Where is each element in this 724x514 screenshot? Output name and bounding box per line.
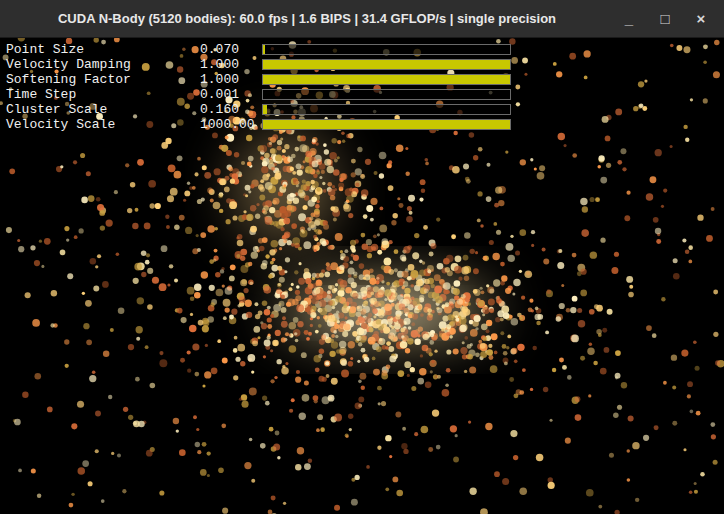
parameter-slider[interactable] (262, 89, 511, 100)
parameter-row: Softening Factor1.000 (6, 72, 511, 87)
parameter-value: 0.001 (200, 88, 262, 101)
parameter-label: Softening Factor (6, 73, 200, 86)
window-control-button[interactable]: × (690, 8, 712, 30)
parameter-value: 0.070 (200, 43, 262, 56)
parameter-row: Velocity Scale1000.00 (6, 117, 511, 132)
parameter-slider[interactable] (262, 59, 511, 70)
render-canvas[interactable]: Point Size0.070Velocity Damping1.000Soft… (0, 38, 724, 514)
parameter-panel: Point Size0.070Velocity Damping1.000Soft… (6, 42, 511, 132)
parameter-row: Time Step0.001 (6, 87, 511, 102)
parameter-label: Velocity Damping (6, 58, 200, 71)
window-title: CUDA N-Body (5120 bodies): 60.0 fps | 1.… (58, 9, 556, 29)
window-control-button[interactable]: □ (654, 8, 676, 30)
parameter-label: Cluster Scale (6, 103, 200, 116)
parameter-slider[interactable] (262, 119, 511, 130)
parameter-row: Cluster Scale0.160 (6, 102, 511, 117)
slider-fill (263, 105, 267, 114)
parameter-slider[interactable] (262, 104, 511, 115)
parameter-value: 0.160 (200, 103, 262, 116)
parameter-label: Time Step (6, 88, 200, 101)
parameter-label: Velocity Scale (6, 118, 200, 131)
slider-fill (263, 60, 510, 69)
title-bar: CUDA N-Body (5120 bodies): 60.0 fps | 1.… (0, 0, 724, 38)
slider-fill (263, 45, 265, 54)
nbody-window: CUDA N-Body (5120 bodies): 60.0 fps | 1.… (0, 0, 724, 514)
window-control-button[interactable]: _ (618, 8, 640, 30)
slider-fill (263, 120, 510, 129)
parameter-label: Point Size (6, 43, 200, 56)
parameter-row: Velocity Damping1.000 (6, 57, 511, 72)
parameter-value: 1000.00 (200, 118, 262, 131)
slider-fill (263, 75, 510, 84)
parameter-value: 1.000 (200, 58, 262, 71)
parameter-slider[interactable] (262, 44, 511, 55)
parameter-value: 1.000 (200, 73, 262, 86)
parameter-row: Point Size0.070 (6, 42, 511, 57)
parameter-slider[interactable] (262, 74, 511, 85)
